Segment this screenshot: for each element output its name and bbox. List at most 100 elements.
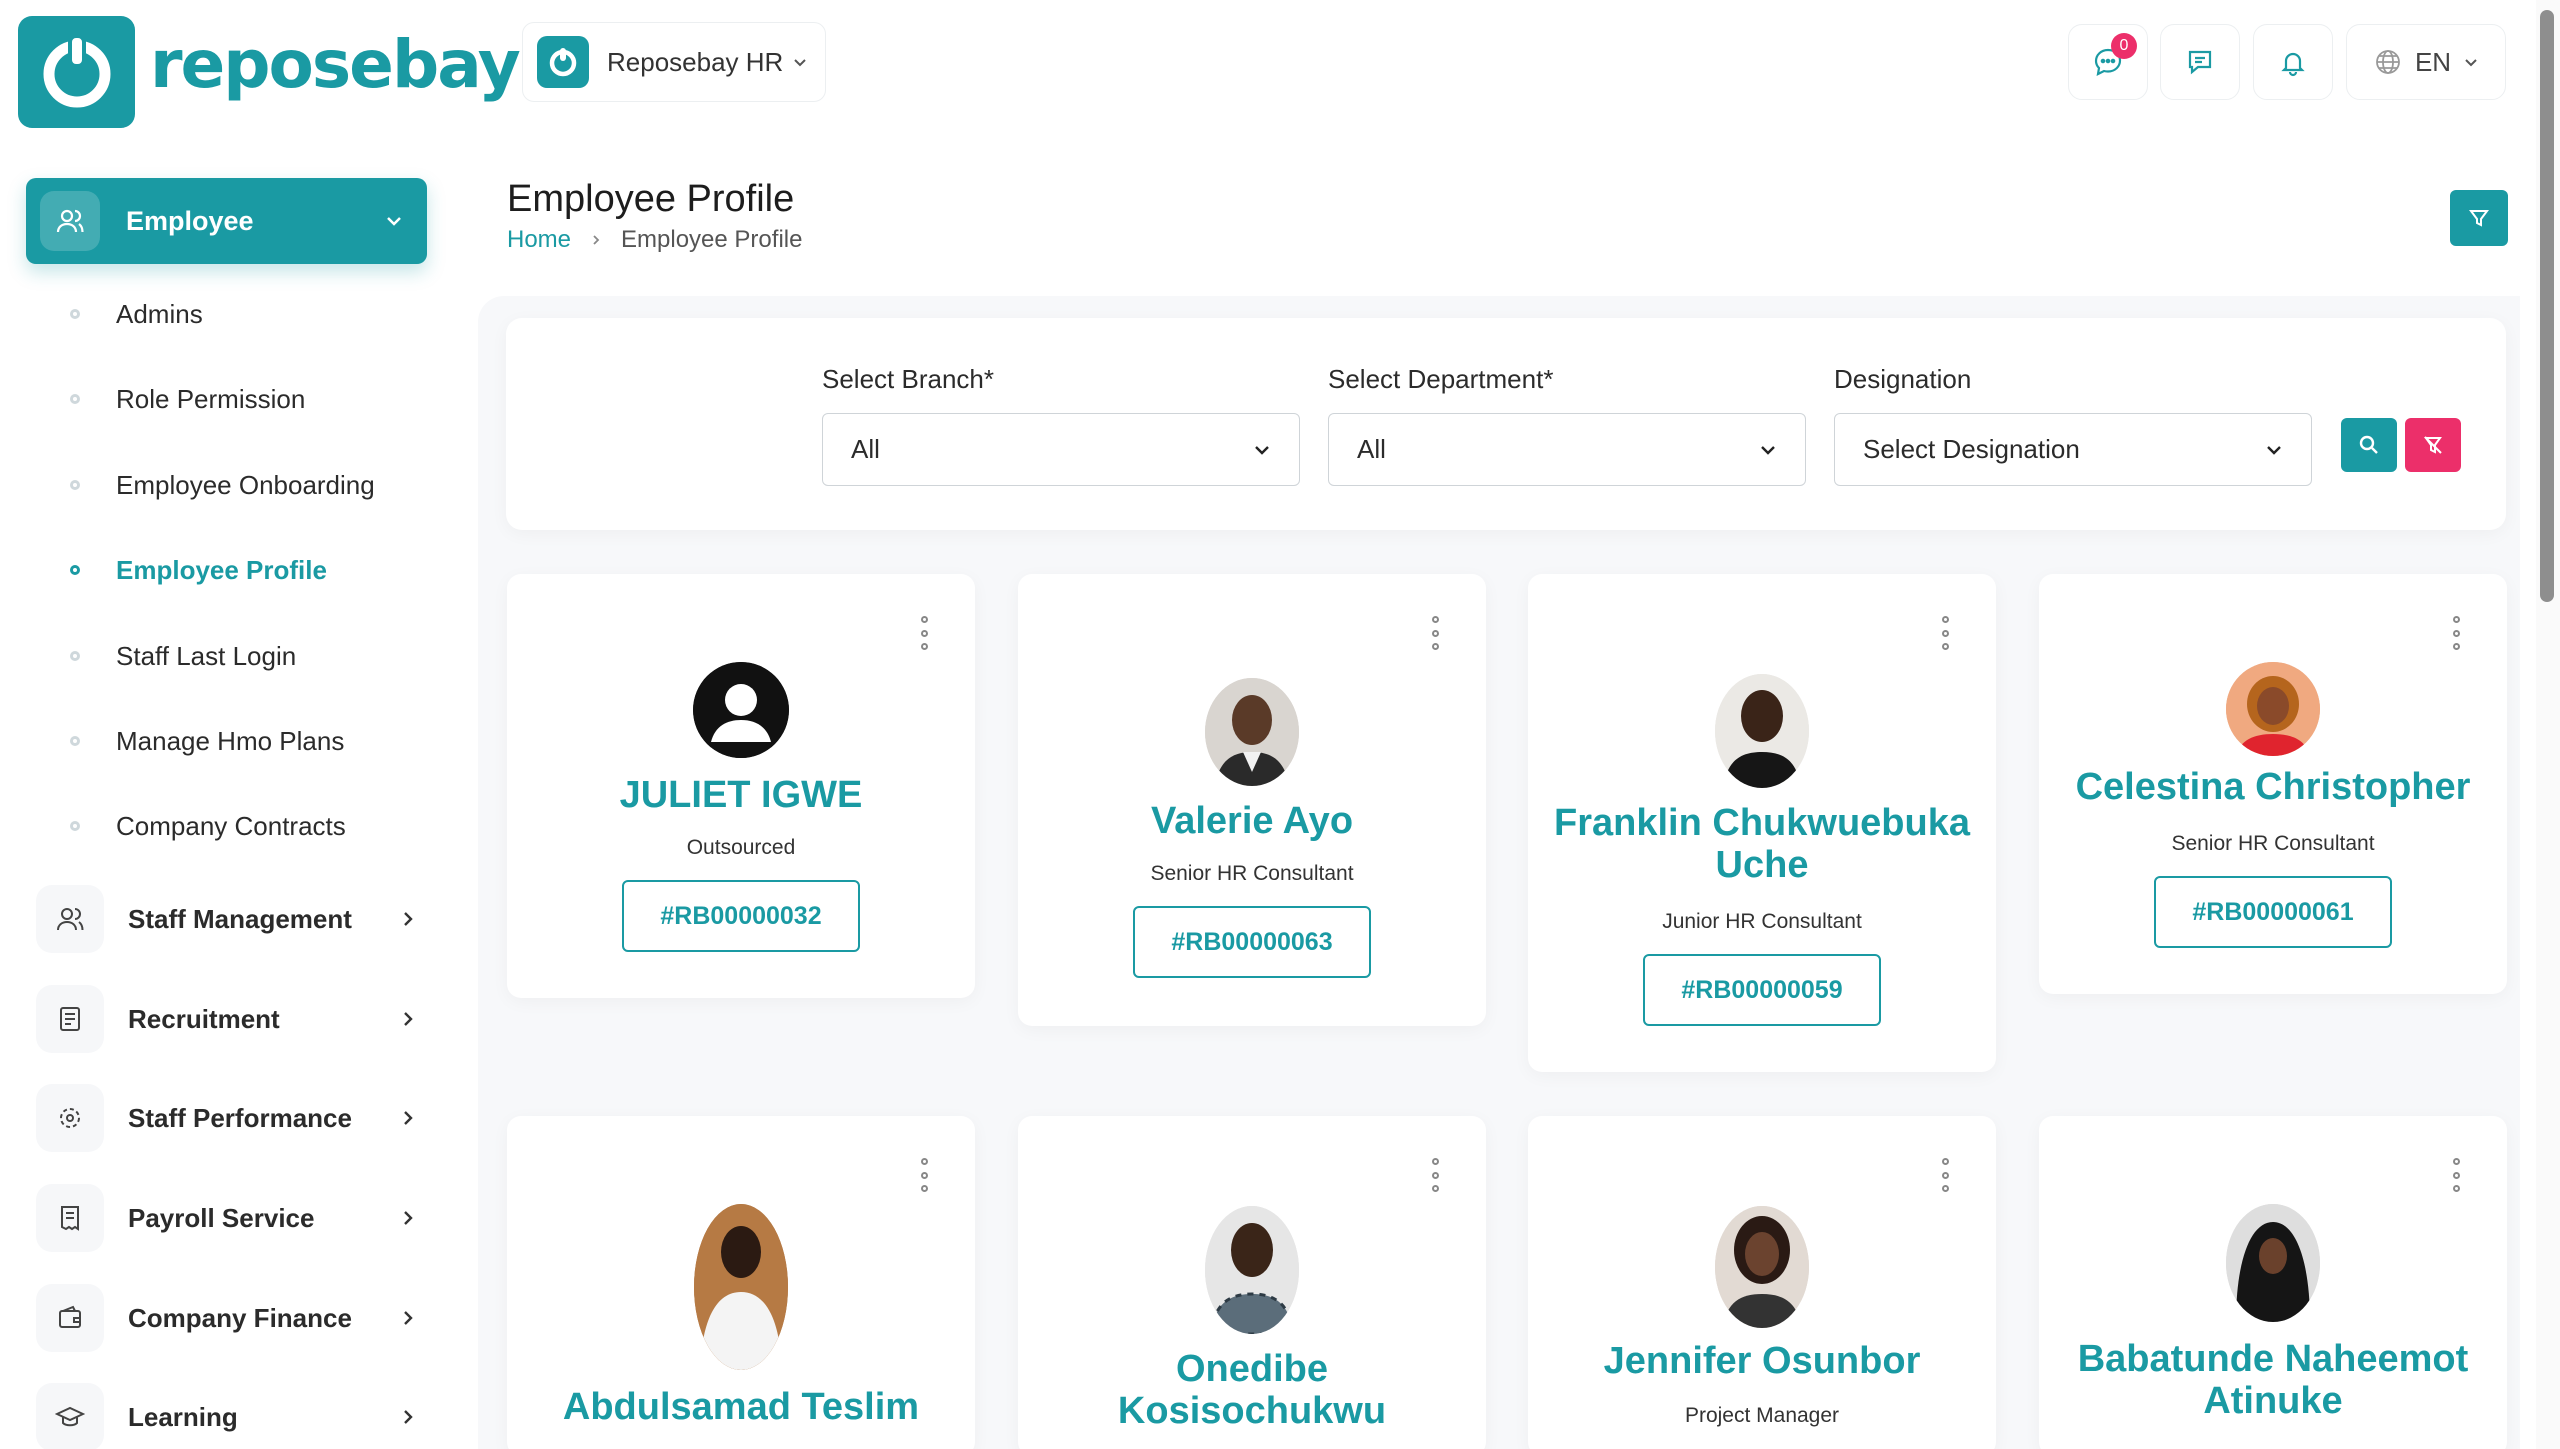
- employee-card[interactable]: Jennifer Osunbor Project Manager: [1528, 1116, 1996, 1449]
- more-vertical-icon[interactable]: [917, 616, 931, 650]
- designation-label: Designation: [1834, 364, 1972, 394]
- sidebar-item-payroll-service[interactable]: Payroll Service: [36, 1182, 426, 1254]
- sidebar-subitem-admins[interactable]: Admins: [70, 294, 203, 334]
- employee-card[interactable]: Celestina Christopher Senior HR Consulta…: [2039, 574, 2507, 994]
- more-vertical-icon[interactable]: [1938, 1158, 1952, 1192]
- more-vertical-icon[interactable]: [2449, 616, 2463, 650]
- employee-name: Abdulsamad Teslim: [562, 1386, 920, 1428]
- department-label: Select Department*: [1328, 364, 1554, 394]
- company-selector[interactable]: Reposebay HR: [522, 22, 826, 102]
- employee-card[interactable]: Babatunde Naheemot Atinuke: [2039, 1116, 2507, 1449]
- language-selector[interactable]: EN: [2346, 24, 2506, 100]
- employee-card[interactable]: Valerie Ayo Senior HR Consultant #RB0000…: [1018, 574, 1486, 1026]
- sidebar-subitem-employee-profile[interactable]: Employee Profile: [70, 550, 327, 590]
- more-vertical-icon[interactable]: [1428, 1158, 1442, 1192]
- employee-id-button[interactable]: #RB00000063: [1133, 906, 1371, 978]
- sidebar-item-learning[interactable]: Learning: [36, 1381, 426, 1449]
- graduation-cap-icon: [36, 1383, 104, 1449]
- chevron-right-icon: [404, 1012, 413, 1026]
- breadcrumb-home-link[interactable]: Home: [507, 226, 571, 254]
- bullet-icon: [70, 480, 80, 490]
- language-label: EN: [2414, 46, 2452, 77]
- employee-name: Celestina Christopher: [2075, 766, 2471, 808]
- employee-name: Valerie Ayo: [1150, 800, 1354, 842]
- bullet-icon: [70, 394, 80, 404]
- users-icon: [36, 885, 104, 953]
- bullet-icon: [70, 309, 80, 319]
- sidebar-item-recruitment[interactable]: Recruitment: [36, 983, 426, 1055]
- page-title: Employee Profile: [507, 178, 795, 220]
- chevron-down-icon: [2465, 59, 2477, 67]
- chevron-right-icon: [404, 912, 413, 926]
- breadcrumb-current: Employee Profile: [621, 226, 803, 253]
- more-vertical-icon[interactable]: [2449, 1158, 2463, 1192]
- users-icon: [40, 191, 100, 251]
- chevron-down-icon: [2267, 445, 2281, 455]
- employee-role: Project Manager: [1684, 1404, 1840, 1427]
- target-icon: [36, 1084, 104, 1152]
- chevron-right-icon: [404, 1111, 413, 1125]
- sidebar-subitem-manage-hmo-plans[interactable]: Manage Hmo Plans: [70, 721, 344, 761]
- power-logo-icon: [43, 34, 110, 108]
- more-vertical-icon[interactable]: [917, 1158, 931, 1192]
- employee-photo: [1205, 1206, 1299, 1334]
- employee-id-button[interactable]: #RB00000059: [1643, 954, 1881, 1026]
- sidebar-item-staff-management[interactable]: Staff Management: [36, 883, 426, 955]
- employee-card[interactable]: Franklin Chukwuebuka Uche Junior HR Cons…: [1528, 574, 1996, 1072]
- message-icon: [2188, 50, 2212, 75]
- bell-icon: [2281, 52, 2305, 77]
- employee-name: Babatunde Naheemot Atinuke: [2077, 1338, 2469, 1422]
- chevron-down-icon: [387, 217, 401, 226]
- document-icon: [36, 985, 104, 1053]
- chevron-right-icon: [404, 1311, 413, 1325]
- chat-button[interactable]: 0: [2068, 24, 2148, 100]
- more-vertical-icon[interactable]: [1428, 616, 1442, 650]
- chevron-right-icon: [404, 1211, 413, 1225]
- messages-button[interactable]: [2160, 24, 2240, 100]
- brand-name: reposebay: [150, 26, 521, 103]
- bullet-icon: [70, 565, 80, 575]
- clear-filter-button[interactable]: [2405, 418, 2461, 472]
- search-button[interactable]: [2341, 418, 2397, 472]
- employee-photo: [1205, 678, 1299, 786]
- employee-card[interactable]: JULIET IGWE Outsourced #RB00000032: [507, 574, 975, 998]
- more-vertical-icon[interactable]: [1938, 616, 1952, 650]
- bullet-icon: [70, 736, 80, 746]
- employee-card[interactable]: Onedibe Kosisochukwu: [1018, 1116, 1486, 1449]
- sidebar-subitem-role-permission[interactable]: Role Permission: [70, 379, 305, 419]
- wallet-icon: [36, 1284, 104, 1352]
- scrollbar-thumb[interactable]: [2540, 10, 2554, 602]
- sidebar-item-employee[interactable]: Employee: [26, 178, 427, 264]
- sidebar-subitem-employee-onboarding[interactable]: Employee Onboarding: [70, 465, 375, 505]
- sidebar-item-company-finance[interactable]: Company Finance: [36, 1282, 426, 1354]
- default-avatar-icon: [693, 662, 789, 758]
- sidebar-subitem-company-contracts[interactable]: Company Contracts: [70, 806, 346, 846]
- chat-badge: 0: [2111, 33, 2137, 59]
- employee-role: Senior HR Consultant: [2171, 832, 2375, 855]
- filter-toggle-button[interactable]: [2450, 190, 2508, 246]
- designation-select[interactable]: Select Designation: [1834, 413, 2312, 486]
- employee-role: Senior HR Consultant: [1150, 862, 1354, 885]
- employee-id-button[interactable]: #RB00000061: [2154, 876, 2392, 948]
- sidebar-item-staff-performance[interactable]: Staff Performance: [36, 1082, 426, 1154]
- department-select[interactable]: All: [1328, 413, 1806, 486]
- employee-id-button[interactable]: #RB00000032: [622, 880, 860, 952]
- filter-icon: [2469, 210, 2489, 227]
- company-logo-icon: [537, 36, 589, 88]
- employee-photo: [1715, 1206, 1809, 1328]
- employee-name: Franklin Chukwuebuka Uche: [1554, 802, 1970, 886]
- brand-logo[interactable]: [18, 16, 135, 128]
- employee-name: JULIET IGWE: [619, 774, 863, 816]
- chevron-right-icon: [593, 235, 600, 245]
- branch-label: Select Branch*: [822, 364, 994, 394]
- branch-select[interactable]: All: [822, 413, 1300, 486]
- employee-card[interactable]: Abdulsamad Teslim: [507, 1116, 975, 1449]
- employee-photo: [2226, 662, 2320, 756]
- chevron-down-icon: [1761, 445, 1775, 455]
- breadcrumb: Home Employee Profile: [507, 226, 802, 254]
- sidebar-subitem-staff-last-login[interactable]: Staff Last Login: [70, 636, 296, 676]
- sidebar-item-label: Employee: [126, 205, 254, 236]
- notifications-button[interactable]: [2253, 24, 2333, 100]
- employee-photo: [1715, 674, 1809, 788]
- sidebar: reposebay Employee Admins Role Permissio…: [0, 0, 521, 1449]
